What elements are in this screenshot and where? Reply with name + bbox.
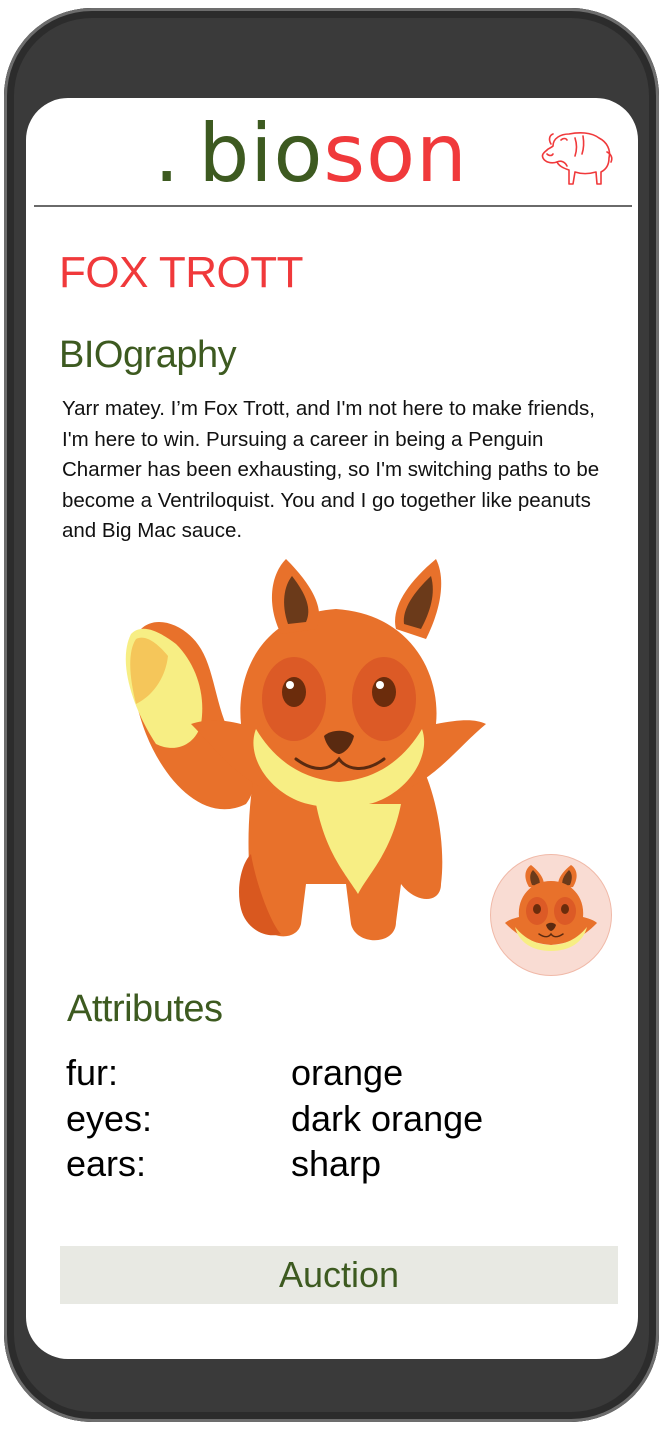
header-divider bbox=[34, 205, 632, 207]
phone-frame: . bio son FOX TROTT BIOgraphy Yarr matey.… bbox=[4, 8, 659, 1422]
attribute-value: orange bbox=[291, 1052, 404, 1093]
bison-icon bbox=[541, 132, 613, 185]
attribute-value: sharp bbox=[291, 1143, 382, 1184]
logo-son: son bbox=[323, 107, 468, 200]
fox-face-avatar[interactable] bbox=[490, 854, 612, 976]
fox-face-icon bbox=[505, 865, 597, 951]
biography-text: Yarr matey. I’m Fox Trott, and I'm not h… bbox=[62, 397, 600, 542]
attribute-key: eyes: bbox=[66, 1097, 153, 1139]
attribute-key: ears: bbox=[66, 1143, 147, 1184]
attributes-heading: Attributes bbox=[67, 988, 223, 1030]
auction-button[interactable]: Auction bbox=[60, 1246, 618, 1304]
fox-illustration bbox=[125, 559, 486, 941]
attribute-row-ears: ears: sharp bbox=[66, 1141, 483, 1187]
attribute-value: dark orange bbox=[291, 1097, 484, 1139]
logo-dot: . bbox=[154, 107, 181, 200]
profile-name: FOX TROTT bbox=[59, 248, 304, 297]
logo-bio: bio bbox=[198, 107, 324, 200]
biography-heading: BIOgraphy bbox=[59, 334, 237, 376]
attributes-table: fur: orange eyes: dark orange ears: shar… bbox=[66, 1050, 483, 1187]
brand-logo: . bio son bbox=[154, 104, 468, 194]
app-screen: . bio son FOX TROTT BIOgraphy Yarr matey.… bbox=[26, 98, 638, 1359]
attribute-row-eyes: eyes: dark orange bbox=[66, 1096, 483, 1142]
attribute-row-fur: fur: orange bbox=[66, 1050, 483, 1096]
attribute-key: fur: bbox=[66, 1052, 119, 1093]
